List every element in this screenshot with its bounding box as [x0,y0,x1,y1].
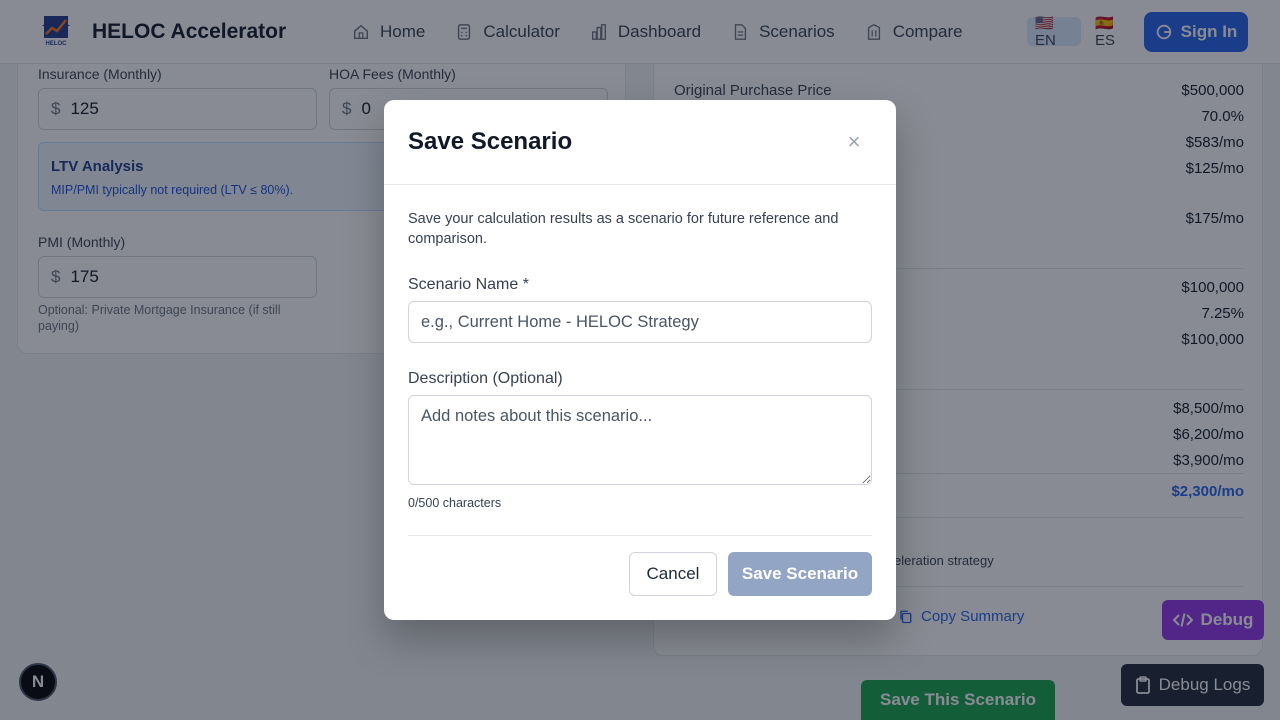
save-scenario-button[interactable]: Save Scenario [728,552,872,596]
modal-title: Save Scenario [408,128,573,155]
scenario-name-input[interactable] [408,301,872,343]
modal-description: Save your calculation results as a scena… [408,211,839,247]
save-scenario-modal: Save Scenario × Save your calculation re… [384,100,896,620]
close-icon[interactable]: × [844,129,864,154]
description-textarea[interactable] [408,395,872,485]
character-count: 0/500 characters [408,496,502,510]
scenario-name-label: Scenario Name * [408,276,529,293]
modal-divider [384,184,896,185]
modal-footer-divider [408,535,872,536]
cancel-button[interactable]: Cancel [629,552,717,596]
description-label: Description (Optional) [408,370,563,387]
